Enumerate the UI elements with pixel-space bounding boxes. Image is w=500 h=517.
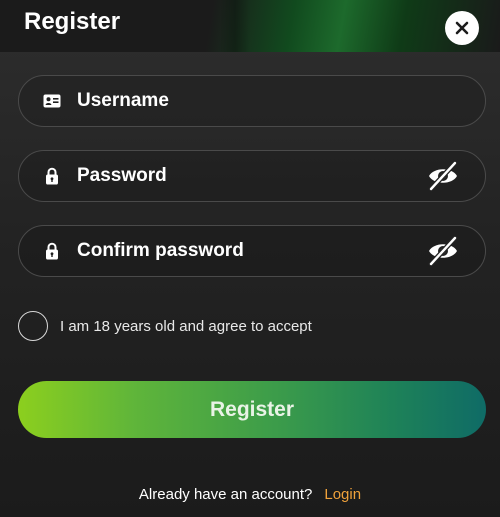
login-prompt: Already have an account? Login: [0, 483, 500, 505]
register-button[interactable]: Register: [18, 381, 486, 438]
lock-icon: [43, 242, 61, 260]
username-field: [18, 75, 486, 127]
confirm-password-input[interactable]: [77, 226, 417, 276]
login-prompt-text: Already have an account?: [138, 485, 313, 503]
confirm-password-field: [18, 225, 486, 277]
lock-icon: [43, 167, 61, 185]
agreement-label: I am 18 years old and agree to accept: [60, 317, 312, 335]
confirm-password-visibility-toggle[interactable]: [427, 235, 459, 267]
id-card-icon: [43, 92, 61, 110]
close-button[interactable]: [445, 11, 479, 45]
login-link[interactable]: Login: [324, 486, 361, 503]
password-visibility-toggle[interactable]: [427, 160, 459, 192]
eye-off-icon: [428, 161, 458, 191]
password-field: [18, 150, 486, 202]
eye-off-icon: [428, 236, 458, 266]
modal-title: Register: [24, 8, 121, 35]
agreement-checkbox[interactable]: [18, 311, 48, 341]
username-input[interactable]: [77, 76, 417, 126]
agreement-row: I am 18 years old and agree to accept: [18, 311, 478, 341]
close-icon: [455, 21, 469, 35]
password-input[interactable]: [77, 151, 417, 201]
